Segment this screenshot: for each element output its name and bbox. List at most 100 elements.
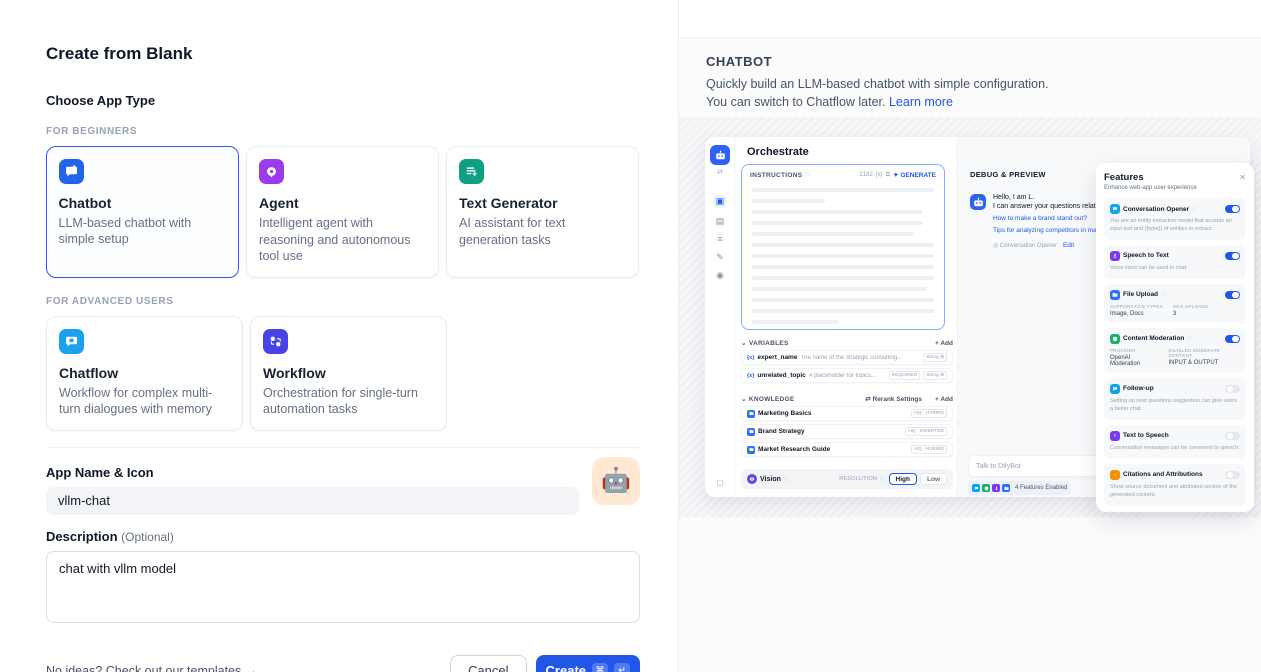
required-chip: REQUIRED [889, 371, 920, 380]
feature-citations: ” Citations and Attributions Show source… [1104, 464, 1246, 506]
description-section: Description (Optional) chat with vllm mo… [46, 529, 639, 628]
card-title: Text Generator [459, 195, 626, 211]
vision-eye-icon [747, 474, 757, 484]
instructions-panel: INSTRUCTIONS ⓘ 2182 {x} ⧉ ✦ GENERATE [741, 164, 945, 330]
conversation-opener-label: ◎ Conversation Opener [993, 242, 1057, 249]
card-chatflow[interactable]: Chatflow Workflow for complex multi-turn… [46, 316, 243, 431]
feature-toggle [1225, 252, 1240, 261]
create-button[interactable]: Create ⌘ ↵ [536, 655, 640, 672]
info-icon: ⓘ [784, 475, 790, 483]
close-icon: ✕ [1239, 173, 1246, 182]
beginner-cards-row: Chatbot LLM-based chatbot with simple se… [46, 146, 639, 278]
chatbot-icon [59, 159, 84, 184]
retrieval-chip: HQ · HYBRID [911, 409, 947, 418]
preview-sidebar-nav: ▣ ▤ ≡ ✎ ◉ [705, 195, 735, 280]
app-name-label: App Name & Icon [46, 465, 640, 480]
description-label: Description (Optional) [46, 529, 639, 544]
opener-mini-icon [972, 484, 980, 492]
variable-row: {x} unrelated_topic A placeholder for to… [741, 368, 953, 383]
dataset-icon [747, 446, 755, 454]
suggestion-link: How to make a brand stand out? [993, 215, 1087, 222]
text-generator-icon [459, 159, 484, 184]
feature-conversation-opener: Conversation Opener ⓘ You are an entity … [1104, 198, 1246, 240]
feature-toggle [1225, 385, 1240, 394]
info-icon: ⓘ [1187, 335, 1192, 342]
speech-mini-icon [992, 484, 1000, 492]
info-icon: ⓘ [805, 171, 811, 179]
group-beginners-label: FOR BEGINNERS [46, 126, 639, 137]
app-type-preview-panel: CHATBOT Quickly build an LLM-based chatb… [679, 0, 1261, 672]
svg-text:”: ” [1114, 473, 1116, 478]
templates-link[interactable]: No ideas? Check out our templates→ [46, 664, 258, 672]
app-name-section: App Name & Icon 🤖 [46, 447, 640, 515]
generate-button: ✦ GENERATE [893, 171, 936, 179]
feature-annotation-reply: Annotation Reply [1104, 511, 1246, 512]
collapse-icon: ▢ [705, 478, 735, 487]
resolution-low-chip: Low [920, 473, 947, 485]
features-panel: Features ✕ Enhance web-app user experien… [1096, 163, 1254, 512]
advanced-cards-row: Chatflow Workflow for complex multi-turn… [46, 316, 639, 431]
create-from-blank-panel: Create from Blank Choose App Type FOR BE… [0, 0, 679, 672]
card-desc: Orchestration for single-turn automation… [263, 385, 434, 418]
add-knowledge-button: + Add [935, 396, 953, 403]
overview-nav-icon: ◉ [716, 271, 724, 280]
learn-more-link[interactable]: Learn more [889, 95, 953, 109]
card-title: Workflow [263, 365, 434, 381]
preview-description: Quickly build an LLM-based chatbot with … [706, 75, 1051, 111]
variable-icon: {x} [747, 373, 754, 379]
mic-icon [1110, 251, 1120, 261]
preview-sidebar: ⇄ ▣ ▤ ≡ ✎ ◉ ▢ [705, 137, 735, 497]
card-chatbot[interactable]: Chatbot LLM-based chatbot with simple se… [46, 146, 239, 278]
knowledge-row: Market Research Guide HQ · HYBRID [741, 442, 953, 457]
chat-dots-icon [1110, 384, 1120, 394]
retrieval-chip: HQ · HYBRID [911, 445, 947, 454]
upload-mini-icon [1002, 484, 1010, 492]
preview-heading: CHATBOT [706, 54, 1237, 69]
copy-icon: ⧉ [886, 172, 890, 179]
tts-icon: T [1110, 431, 1120, 441]
chatflow-icon [59, 329, 84, 354]
annotation-nav-icon: ✎ [716, 253, 724, 262]
dataset-icon [747, 410, 755, 418]
quote-icon: ” [1110, 470, 1120, 480]
debug-preview-label: DEBUG & PREVIEW [970, 170, 1046, 179]
feature-text-to-speech: T Text to Speech Conversation messages c… [1104, 425, 1246, 459]
exchange-icon: ⇄ [705, 168, 735, 176]
description-textarea[interactable]: chat with vllm model [46, 551, 640, 623]
feature-content-moderation: Content Moderation ⓘ PROVIDEROpenAI Mode… [1104, 328, 1246, 373]
card-title: Chatflow [59, 365, 230, 381]
enter-key-icon: ↵ [614, 663, 630, 672]
description-optional-label: (Optional) [121, 530, 174, 544]
bot-avatar-icon [970, 194, 986, 210]
feature-toggle [1225, 335, 1240, 344]
feature-toggle [1225, 205, 1240, 214]
retrieval-chip: HQ · INVERTED [905, 427, 947, 436]
card-agent[interactable]: Agent Intelligent agent with reasoning a… [246, 146, 439, 278]
card-text-generator[interactable]: Text Generator AI assistant for text gen… [446, 146, 639, 278]
variables-section: ⌄ VARIABLES + Add {x} expert_name The na… [741, 339, 953, 383]
feature-toggle [1225, 291, 1240, 300]
edit-link: Edit [1063, 242, 1074, 249]
features-subtitle: Enhance web-app user experience [1104, 185, 1246, 191]
info-icon: ⓘ [880, 475, 886, 483]
card-title: Agent [259, 195, 426, 211]
knowledge-row: Marketing Basics HQ · HYBRID [741, 406, 953, 421]
feature-file-upload: File Upload ⓘ SUPPORT FILE TYPESImage, D… [1104, 284, 1246, 323]
type-chip: String ⊕ [923, 371, 947, 380]
instructions-skeleton [742, 182, 944, 330]
knowledge-row: Brand Strategy HQ · INVERTED [741, 424, 953, 439]
card-desc: Intelligent agent with reasoning and aut… [259, 215, 426, 265]
features-title: Features [1104, 172, 1144, 183]
card-workflow[interactable]: Workflow Orchestration for single-turn a… [250, 316, 447, 431]
card-desc: LLM-based chatbot with simple setup [59, 215, 227, 248]
app-icon-picker[interactable]: 🤖 [592, 457, 640, 505]
app-name-input[interactable] [46, 487, 579, 515]
knowledge-label: ⌄ KNOWLEDGE [741, 395, 795, 403]
variables-label: ⌄ VARIABLES [741, 339, 789, 347]
cancel-button[interactable]: Cancel [450, 655, 526, 672]
type-chip: String ⊕ [923, 353, 947, 362]
variables-icon: {x} [876, 172, 883, 178]
arrow-right-icon: → [245, 664, 258, 672]
info-icon: ⓘ [1192, 206, 1197, 213]
vision-row: Vision ⓘ RESOLUTION ⓘ High Low [741, 469, 953, 489]
